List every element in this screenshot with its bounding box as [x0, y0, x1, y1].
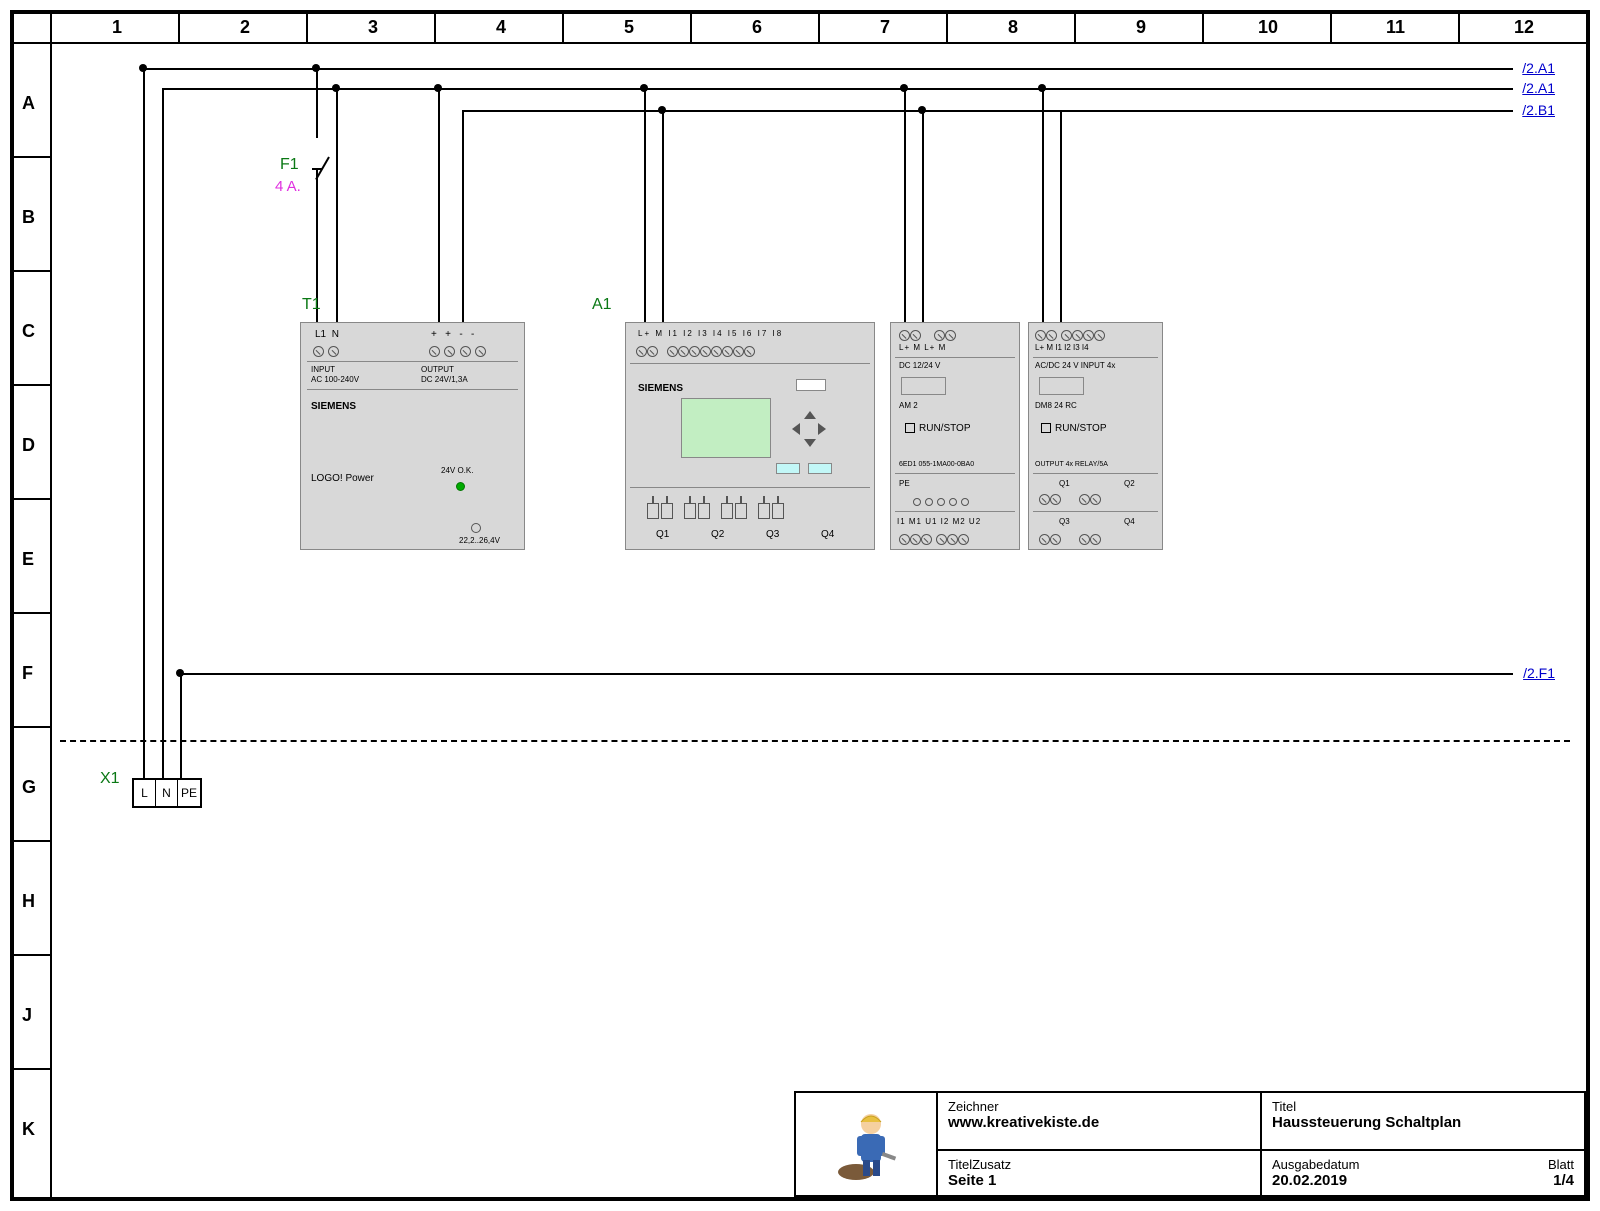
node [918, 106, 926, 114]
titel-label: Titel [1272, 1099, 1574, 1114]
xref-2a1-2: /2.A1 [1522, 80, 1555, 96]
wire-dm8-lp [1042, 88, 1044, 322]
col-5: 5 [624, 17, 634, 38]
col-2: 2 [240, 17, 250, 38]
col-7: 7 [880, 17, 890, 38]
terminal-pe: PE [178, 780, 200, 806]
title-block: Zeichner www.kreativekiste.de TitelZusat… [794, 1091, 1586, 1197]
zusatz-label: TitelZusatz [948, 1157, 1250, 1172]
node [139, 64, 147, 72]
titel-value: Haussteuerung Schaltplan [1272, 1114, 1574, 1131]
device-am2: L+ M L+ M DC 12/24 V AM 2 RUN/STOP 6ED1 … [890, 322, 1020, 550]
wire-24v-bus [462, 110, 1513, 112]
col-9: 9 [1136, 17, 1146, 38]
terminal-block-x1: L N PE [132, 778, 202, 808]
col-10: 10 [1258, 17, 1278, 38]
wire-24v-plus [438, 88, 440, 322]
device-plc: L+ M I1 I2 I3 I4 I5 I6 I7 I8 SIEMENS Q1 … [625, 322, 875, 550]
row-g: G [22, 777, 36, 798]
wire-f1-in [316, 68, 318, 138]
row-f: F [22, 663, 33, 684]
terminal-label: L1 N [315, 329, 339, 340]
model-label: LOGO! Power [311, 473, 374, 484]
wire-a1-m [662, 110, 664, 322]
designator-a1: A1 [592, 296, 612, 314]
node [900, 84, 908, 92]
arrow-left-icon [792, 423, 800, 435]
arrow-up-icon [804, 411, 816, 419]
blatt-label: Blatt [1548, 1157, 1574, 1172]
xref-2b1: /2.B1 [1522, 102, 1555, 118]
zusatz-value: Seite 1 [948, 1172, 1250, 1189]
col-1: 1 [112, 17, 122, 38]
wire-pe-drop [180, 673, 182, 778]
zeichner-value: www.kreativekiste.de [948, 1114, 1250, 1131]
row-c: C [22, 321, 35, 342]
rating-f1: 4 A. [275, 178, 301, 195]
node [176, 669, 184, 677]
node [434, 84, 442, 92]
dashed-boundary [60, 740, 1570, 742]
col-4: 4 [496, 17, 506, 38]
xref-2f1: /2.F1 [1523, 665, 1555, 681]
designator-t1: T1 [302, 296, 321, 314]
wire-dm8-m [1060, 110, 1062, 322]
row-e: E [22, 549, 34, 570]
blatt-value: 1/4 [1548, 1172, 1574, 1189]
ruler-stub [50, 14, 52, 42]
wire-24v-minus [462, 110, 464, 322]
wire-l-drop [143, 68, 145, 778]
wire-n-drop [162, 88, 164, 778]
worker-icon [831, 1104, 901, 1184]
datum-value: 20.02.2019 [1272, 1172, 1359, 1189]
wire-am2-m [922, 110, 924, 322]
wire-am2-lp [904, 88, 906, 322]
designator-f1: F1 [280, 156, 299, 174]
node [312, 64, 320, 72]
title-block-left: Zeichner www.kreativekiste.de TitelZusat… [936, 1093, 1260, 1195]
wire-pe-bus [180, 673, 1513, 675]
wire-n-bus [162, 88, 1513, 90]
wire-n-to-t1 [336, 88, 338, 323]
terminal-label: + + - - [431, 329, 474, 340]
node [1038, 84, 1046, 92]
title-block-logo [796, 1093, 936, 1195]
arrow-right-icon [818, 423, 826, 435]
row-j: J [22, 1005, 32, 1026]
row-k: K [22, 1119, 35, 1140]
terminal-n: N [156, 780, 178, 806]
node [332, 84, 340, 92]
col-6: 6 [752, 17, 762, 38]
wire-l-bus [143, 68, 1513, 70]
node [640, 84, 648, 92]
ruler-top-line [10, 42, 1590, 44]
col-8: 8 [1008, 17, 1018, 38]
wire-a1-lp [644, 88, 646, 322]
zeichner-label: Zeichner [948, 1099, 1250, 1114]
node [658, 106, 666, 114]
designator-x1: X1 [100, 770, 120, 788]
col-3: 3 [368, 17, 378, 38]
row-b: B [22, 207, 35, 228]
row-a: A [22, 93, 35, 114]
arrow-down-icon [804, 439, 816, 447]
terminal-l: L [134, 780, 156, 806]
brand-label: SIEMENS [311, 401, 356, 412]
row-h: H [22, 891, 35, 912]
title-block-right: Titel Haussteuerung Schaltplan Ausgabeda… [1260, 1093, 1584, 1195]
row-d: D [22, 435, 35, 456]
xref-2a1-1: /2.A1 [1522, 60, 1555, 76]
plc-display-icon [681, 398, 771, 458]
device-dm8: L+ M I1 I2 I3 I4 AC/DC 24 V INPUT 4x DM8… [1028, 322, 1163, 550]
drawing-frame [10, 10, 1590, 1201]
ruler-left-line [50, 42, 52, 1197]
col-11: 11 [1386, 17, 1405, 38]
datum-label: Ausgabedatum [1272, 1157, 1359, 1172]
device-power-supply: L1 N + + - - INPUT AC 100-240V OUTPUT DC… [300, 322, 525, 550]
col-12: 12 [1514, 17, 1534, 38]
